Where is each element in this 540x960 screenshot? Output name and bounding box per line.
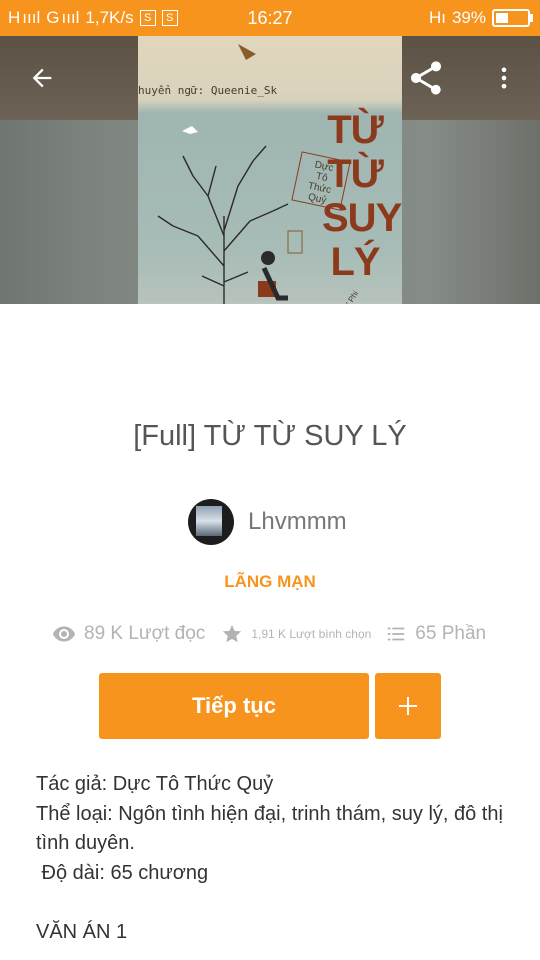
author-name[interactable]: Lhvmmm xyxy=(248,508,347,536)
votes-count: 1,91 K Lượt bình chọn xyxy=(251,627,372,641)
parts-count: 65 Phần xyxy=(415,623,487,644)
description-line: VĂN ÁN 1 xyxy=(36,920,128,943)
back-button[interactable] xyxy=(14,50,70,106)
eye-icon xyxy=(53,626,75,642)
genre-tag[interactable]: LÃNG MẠN xyxy=(0,572,540,592)
story-stats: 89 K Lượt đọc 1,91 K Lượt bình chọn 65 P… xyxy=(52,622,486,646)
star-icon xyxy=(223,624,242,643)
top-app-bar xyxy=(0,36,540,120)
share-button[interactable] xyxy=(398,50,454,106)
plus-icon xyxy=(399,697,417,715)
more-vert-icon xyxy=(501,67,507,89)
description-line: Tác giả: Dực Tô Thức Quỷ xyxy=(36,773,274,795)
battery-percent: 39% xyxy=(451,8,486,27)
reads-stat: 89 K Lượt đọc xyxy=(52,622,205,646)
more-options-button[interactable] xyxy=(476,50,532,106)
status-right: Hı 39% xyxy=(428,8,533,28)
list-icon xyxy=(388,627,405,641)
description-line: Độ dài: 65 chương xyxy=(36,861,209,884)
author-row[interactable]: Lhvmmm xyxy=(188,499,347,545)
share-icon xyxy=(411,61,441,95)
story-title: [Full] TỪ TỪ SUY LÝ xyxy=(133,420,407,452)
author-avatar[interactable] xyxy=(188,499,234,545)
description-line: Thể loại: Ngôn tình hiện đại, trinh thám… xyxy=(36,802,503,855)
status-bar: Hıııl Gıııl 1,7K/s S S 16:27 Hı 39% xyxy=(0,0,540,36)
cover-title-line: LÝ xyxy=(330,240,380,284)
description-spacer xyxy=(36,888,516,918)
add-to-library-button[interactable] xyxy=(375,673,441,739)
reads-count: 89 K Lượt đọc xyxy=(84,623,206,644)
cover-author-stamp: Dực Tô Thức Quỷ xyxy=(291,151,351,211)
parts-stat: 65 Phần xyxy=(385,623,486,645)
battery-icon xyxy=(492,9,533,27)
network-type-3: Hı xyxy=(428,8,446,27)
continue-reading-button[interactable]: Tiếp tục xyxy=(99,673,369,739)
votes-stat: 1,91 K Lượt bình chọn xyxy=(221,623,371,645)
story-description: Tác giả: Dực Tô Thức Quỷ Thể loại: Ngôn … xyxy=(36,770,516,947)
back-arrow-icon xyxy=(32,68,52,88)
